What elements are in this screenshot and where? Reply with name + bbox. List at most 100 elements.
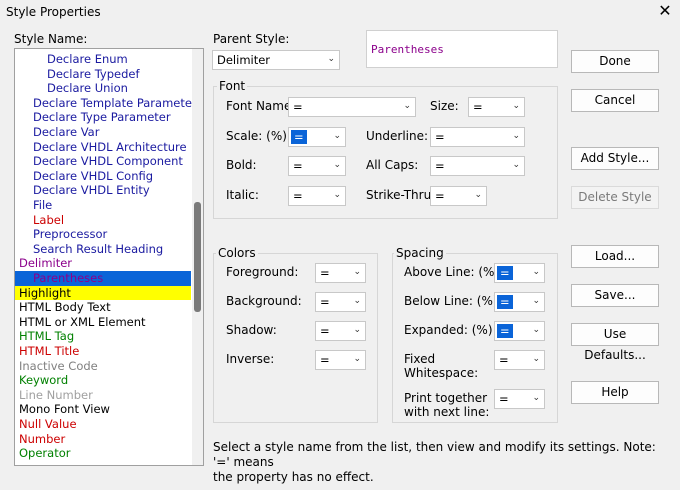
style-name-list[interactable]: Declare Enum Declare Typedef Declare Union… (14, 48, 204, 466)
chevron-down-icon: ⌄ (474, 190, 482, 200)
help-button[interactable]: Help (571, 381, 659, 404)
save-button[interactable]: Save... (571, 284, 659, 307)
list-item[interactable]: Number (15, 432, 191, 447)
colors-group-title: Colors (216, 246, 258, 260)
load-button[interactable]: Load... (571, 245, 659, 268)
italic-value: = (293, 189, 303, 203)
list-item[interactable]: File (15, 198, 191, 213)
shadow-dropdown[interactable]: = ⌄ (315, 321, 366, 341)
size-label: Size: (430, 99, 459, 113)
bold-value: = (293, 159, 303, 173)
style-preview: Parentheses (366, 30, 558, 68)
foreground-label: Foreground: (226, 265, 299, 279)
list-item[interactable]: Line Number (15, 388, 191, 403)
list-item[interactable]: Highlight (15, 285, 191, 301)
list-item[interactable]: Keyword (15, 373, 191, 388)
list-item[interactable]: Declare Type Parameter (15, 110, 191, 125)
list-item[interactable]: Declare VHDL Component (15, 154, 191, 169)
list-item[interactable]: Label (15, 213, 191, 228)
done-button[interactable]: Done (571, 50, 659, 73)
background-value: = (320, 295, 330, 309)
print-together-label-line2: with next line: (404, 405, 490, 419)
chevron-down-icon: ⌄ (532, 325, 540, 335)
below-line-dropdown[interactable]: = ⌄ (494, 292, 545, 312)
expanded-value: = (497, 324, 513, 338)
bold-dropdown[interactable]: = ⌄ (288, 156, 346, 176)
parent-style-dropdown[interactable]: Delimiter ⌄ (212, 50, 340, 70)
italic-dropdown[interactable]: = ⌄ (288, 186, 346, 206)
list-item[interactable]: Search Result Heading (15, 242, 191, 257)
font-name-dropdown[interactable]: = ⌄ (288, 97, 416, 117)
list-scrollbar-thumb[interactable] (194, 202, 201, 312)
list-item[interactable]: HTML Tag (15, 329, 191, 344)
chevron-down-icon: ⌄ (512, 160, 520, 170)
shadow-value: = (320, 324, 330, 338)
shadow-label: Shadow: (226, 323, 277, 337)
scale-dropdown[interactable]: = ⌄ (288, 127, 346, 147)
strike-thru-dropdown[interactable]: = ⌄ (430, 186, 487, 206)
list-item[interactable]: Inactive Code (15, 359, 191, 374)
list-item[interactable]: Declare VHDL Entity (15, 183, 191, 198)
add-style-button[interactable]: Add Style... (571, 147, 659, 170)
above-line-dropdown[interactable]: = ⌄ (494, 263, 545, 283)
chevron-down-icon: ⌄ (353, 296, 361, 306)
inverse-dropdown[interactable]: = ⌄ (315, 350, 366, 370)
above-line-value: = (497, 266, 513, 280)
list-item[interactable]: Declare VHDL Architecture (15, 140, 191, 155)
list-item[interactable]: Preprocessor (15, 227, 191, 242)
fixed-whitespace-value: = (499, 353, 509, 367)
foreground-dropdown[interactable]: = ⌄ (315, 263, 366, 283)
list-item[interactable]: Mono Font View (15, 402, 191, 417)
foreground-value: = (320, 266, 330, 280)
print-together-dropdown[interactable]: = ⌄ (494, 389, 545, 409)
list-item[interactable]: Declare VHDL Config (15, 169, 191, 184)
parent-style-label: Parent Style: (213, 32, 290, 46)
close-icon[interactable]: ✕ (655, 1, 675, 21)
expanded-dropdown[interactable]: = ⌄ (494, 321, 545, 341)
chevron-down-icon: ⌄ (333, 131, 341, 141)
fixed-whitespace-label-line2: Whitespace: (404, 366, 479, 380)
chevron-down-icon: ⌄ (512, 101, 520, 111)
font-name-label: Font Name: (226, 99, 296, 113)
scale-value: = (291, 130, 307, 144)
list-item[interactable]: Declare Typedef (15, 67, 191, 82)
all-caps-value: = (435, 159, 445, 173)
list-item[interactable]: Declare Enum (15, 52, 191, 67)
chevron-down-icon: ⌄ (512, 131, 520, 141)
below-line-label: Below Line: (%) (404, 294, 498, 308)
list-item[interactable]: Delimiter (15, 256, 191, 271)
preview-text: Parentheses (371, 43, 444, 56)
list-item[interactable]: HTML Body Text (15, 300, 191, 315)
chevron-down-icon: ⌄ (353, 325, 361, 335)
italic-label: Italic: (226, 188, 259, 202)
background-label: Background: (226, 294, 302, 308)
chevron-down-icon: ⌄ (333, 190, 341, 200)
list-item[interactable]: Declare Var (15, 125, 191, 140)
below-line-value: = (497, 295, 513, 309)
list-item[interactable]: Parentheses (15, 271, 191, 286)
list-item[interactable]: Declare Union (15, 81, 191, 96)
chevron-down-icon: ⌄ (532, 267, 540, 277)
scale-label: Scale: (%) (226, 129, 287, 143)
chevron-down-icon: ⌄ (353, 267, 361, 277)
delete-style-button[interactable]: Delete Style (571, 186, 659, 209)
list-item[interactable]: HTML Title (15, 344, 191, 359)
use-defaults-button[interactable]: Use Defaults... (571, 323, 659, 362)
list-item[interactable]: Declare Template Parameter (15, 96, 197, 111)
list-item[interactable]: Operator (15, 446, 191, 461)
chevron-down-icon: ⌄ (532, 354, 540, 364)
inverse-value: = (320, 353, 330, 367)
cancel-button[interactable]: Cancel (571, 89, 659, 112)
title-bar (0, 0, 680, 26)
fixed-whitespace-dropdown[interactable]: = ⌄ (494, 350, 545, 370)
list-item[interactable]: Null Value (15, 417, 191, 432)
size-dropdown[interactable]: = ⌄ (468, 97, 525, 117)
underline-dropdown[interactable]: = ⌄ (430, 127, 525, 147)
chevron-down-icon: ⌄ (532, 296, 540, 306)
underline-value: = (435, 130, 445, 144)
strike-thru-value: = (435, 189, 445, 203)
background-dropdown[interactable]: = ⌄ (315, 292, 366, 312)
list-item[interactable]: HTML or XML Element (15, 315, 191, 330)
all-caps-dropdown[interactable]: = ⌄ (430, 156, 525, 176)
print-together-label-line1: Print together (404, 391, 488, 405)
